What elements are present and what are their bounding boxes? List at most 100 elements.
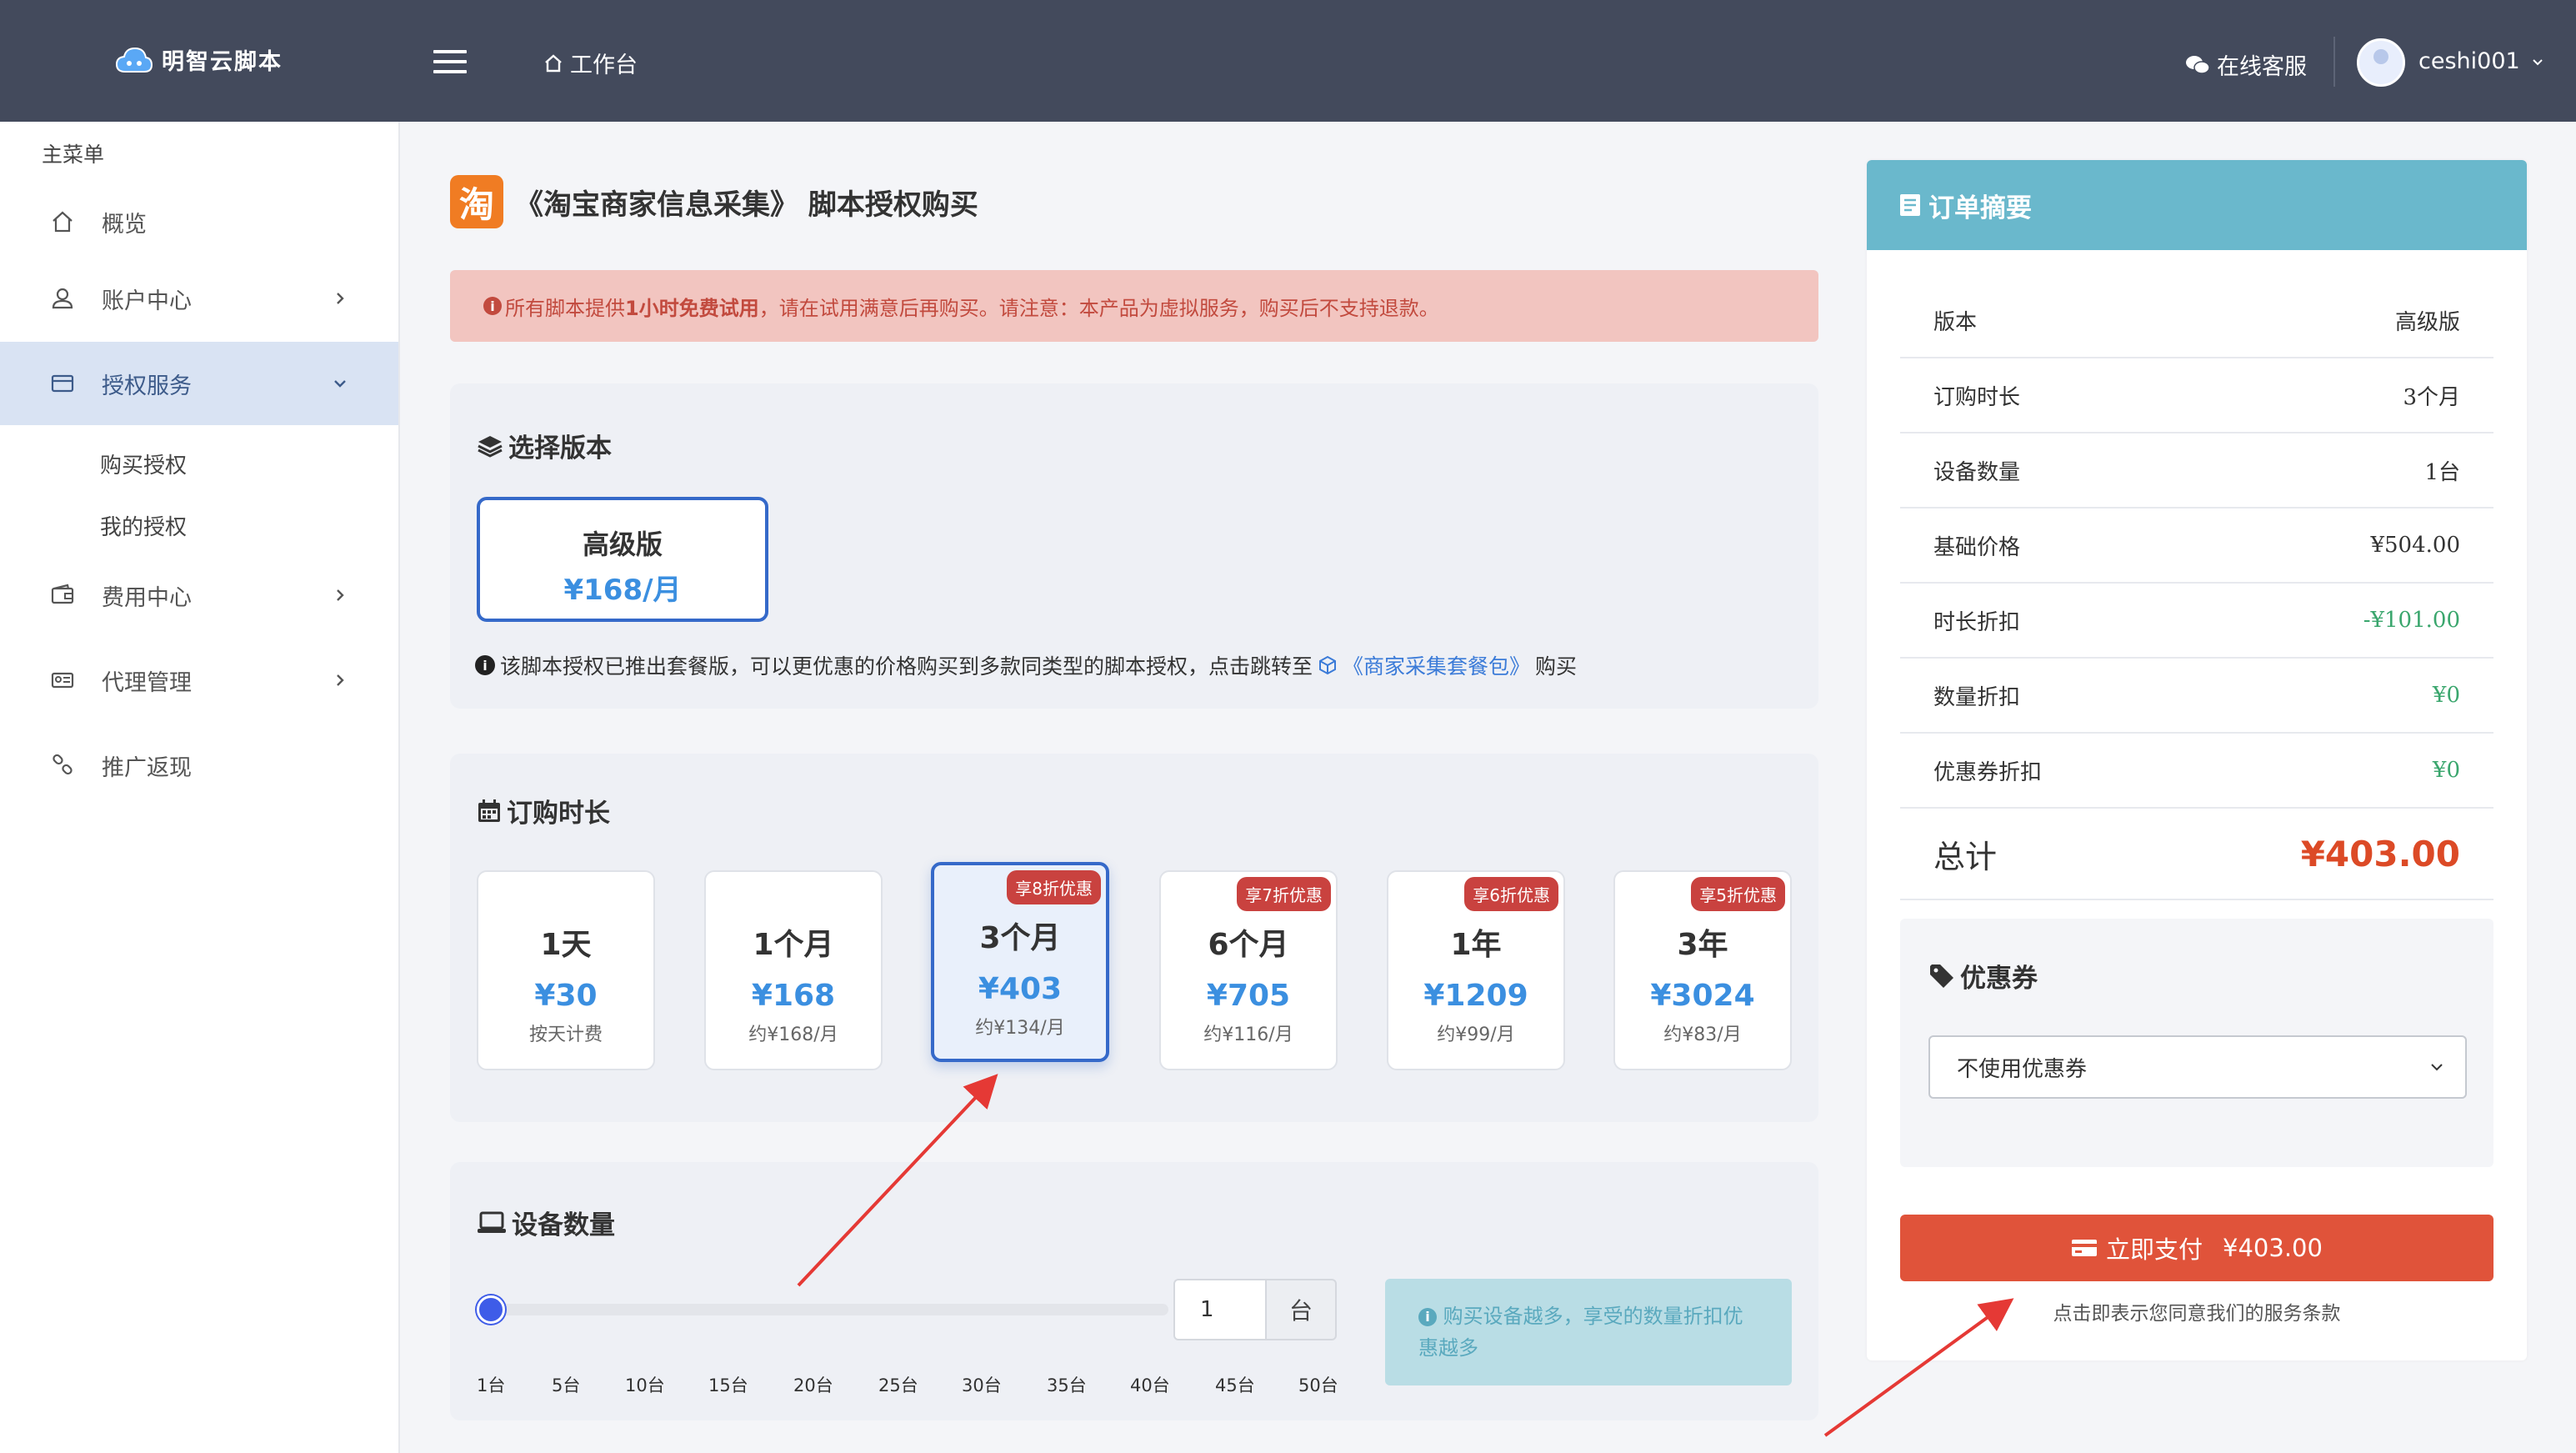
- sidebar-item-account[interactable]: 账户中心: [0, 257, 398, 340]
- sidebar-item-overview[interactable]: 概览: [0, 180, 398, 263]
- version-name: 高级版: [582, 529, 663, 560]
- package-link[interactable]: 《商家采集套餐包》: [1343, 650, 1530, 680]
- summary-label: 设备数量: [1933, 459, 2021, 485]
- summary-row-version: 版本 高级版: [1900, 283, 2493, 358]
- duration-option-3-months[interactable]: 享8折优惠 3个月 ¥403 约¥134/月: [931, 862, 1109, 1062]
- coupon-section-title: 优惠券: [1928, 957, 2038, 995]
- summary-label: 订购时长: [1933, 384, 2021, 410]
- user-menu[interactable]: ceshi001: [2418, 48, 2543, 74]
- support-label: 在线客服: [2217, 54, 2307, 80]
- duration-label: 3个月: [979, 921, 1061, 955]
- order-summary: 订单摘要 版本 高级版 订购时长 3个月 设备数量 1台 基础价格 ¥504.0…: [1867, 160, 2527, 1360]
- duration-option-6-months[interactable]: 享7折优惠 6个月 ¥705 约¥116/月: [1159, 870, 1338, 1070]
- trial-alert: i 所有脚本提供 1小时免费试用 ，请在试用满意后再购买。请注意：本产品为虚拟服…: [450, 270, 1818, 342]
- quantity-discount-hint: i 购买设备越多，享受的数量折扣优惠越多: [1385, 1279, 1792, 1385]
- order-summary-title: 订单摘要: [1928, 193, 2032, 223]
- quantity-hint-text: 购买设备越多，享受的数量折扣优惠越多: [1418, 1305, 1743, 1360]
- device-slider-handle[interactable]: [477, 1295, 505, 1324]
- page-title: 《淘宝商家信息采集》 脚本授权购买: [515, 188, 978, 222]
- sidebar-item-referral-cashback[interactable]: 推广返现: [0, 724, 398, 807]
- duration-subprice: 约¥116/月: [1203, 1025, 1293, 1045]
- sidebar-item-label: 推广返现: [102, 754, 192, 781]
- sidebar-title: 主菜单: [42, 143, 105, 167]
- discount-badge: 享8折优惠: [1007, 870, 1101, 904]
- summary-value: 3个月: [2403, 384, 2460, 410]
- slider-tick-label: 5台: [552, 1375, 581, 1395]
- user-icon: [52, 288, 73, 309]
- duration-option-1-month[interactable]: 1个月 ¥168 约¥168/月: [704, 870, 883, 1070]
- duration-option-1-year[interactable]: 享6折优惠 1年 ¥1209 约¥99/月: [1387, 870, 1565, 1070]
- summary-row-quantity-discount: 数量折扣 ¥0: [1900, 659, 2493, 734]
- brand-name: 明智云脚本: [162, 49, 283, 75]
- device-slider-track[interactable]: [477, 1304, 1168, 1315]
- sidebar-item-label: 费用中心: [102, 584, 192, 611]
- slider-tick-label: 40台: [1130, 1375, 1170, 1395]
- chevron-down-icon: [2533, 58, 2543, 65]
- slider-tick-label: 50台: [1298, 1375, 1338, 1395]
- duration-label: 1个月: [753, 928, 834, 962]
- slider-tick-label: 15台: [708, 1375, 748, 1395]
- duration-option-3-years[interactable]: 享5折优惠 3年 ¥3024 约¥83/月: [1613, 870, 1792, 1070]
- tag-icon: [1930, 964, 1953, 988]
- slider-tick-label: 35台: [1047, 1375, 1087, 1395]
- sidebar-subitem-my-license[interactable]: 我的授权: [100, 510, 187, 541]
- sidebar-item-billing[interactable]: 费用中心: [0, 554, 398, 637]
- credit-card-icon: [2072, 1240, 2098, 1256]
- duration-label: 1年: [1450, 928, 1502, 962]
- summary-value: -¥101.00: [2363, 608, 2460, 633]
- duration-subprice: 约¥168/月: [748, 1025, 838, 1045]
- pay-now-button[interactable]: 立即支付 ¥403.00: [1900, 1215, 2493, 1281]
- coupon-select[interactable]: 不使用优惠券: [1928, 1035, 2467, 1099]
- device-quantity-input[interactable]: 1: [1173, 1279, 1267, 1340]
- info-icon: i: [1418, 1308, 1437, 1326]
- workbench-label: 工作台: [570, 53, 638, 78]
- info-icon: i: [483, 297, 502, 315]
- workbench-link[interactable]: 工作台: [543, 47, 638, 79]
- sidebar-item-license-service[interactable]: 授权服务: [0, 342, 398, 425]
- alert-text-prefix: 所有脚本提供: [505, 296, 625, 320]
- chevron-right-icon: [337, 293, 344, 304]
- layers-icon: [478, 435, 503, 458]
- summary-row-devices: 设备数量 1台: [1900, 433, 2493, 509]
- summary-value: 高级版: [2394, 309, 2460, 335]
- device-section-label: 设备数量: [512, 1210, 615, 1240]
- pay-button-label: 立即支付: [2106, 1235, 2203, 1264]
- duration-label: 3年: [1677, 928, 1728, 962]
- chevron-down-icon: [334, 380, 346, 388]
- summary-label: 优惠券折扣: [1933, 759, 2043, 785]
- sidebar-subitem-buy-license[interactable]: 购买授权: [100, 448, 187, 479]
- coupon-section-label: 优惠券: [1960, 964, 2038, 994]
- version-option-premium[interactable]: 高级版 ¥168/月: [477, 497, 768, 622]
- version-price: ¥168/月: [563, 574, 682, 607]
- header-divider: [2333, 37, 2335, 87]
- hamburger-line: [433, 60, 467, 63]
- wechat-icon: [2186, 55, 2210, 74]
- card-icon: [51, 374, 74, 393]
- sidebar-item-label: 账户中心: [102, 288, 192, 314]
- online-support-link[interactable]: 在线客服: [2185, 48, 2307, 81]
- info-icon: i: [475, 655, 495, 675]
- total-label: 总计: [1933, 838, 1998, 875]
- duration-section-label: 订购时长: [507, 799, 610, 829]
- order-summary-header: 订单摘要: [1867, 160, 2527, 250]
- summary-row-coupon-discount: 优惠券折扣 ¥0: [1900, 734, 2493, 809]
- duration-option-1-day[interactable]: 1天 ¥30 按天计费: [477, 870, 655, 1070]
- brand[interactable]: 明智云脚本: [115, 43, 283, 76]
- pay-button-amount: ¥403.00: [2223, 1234, 2323, 1262]
- duration-price: ¥1209: [1423, 979, 1528, 1013]
- menu-toggle-button[interactable]: [433, 50, 467, 73]
- duration-label: 1天: [540, 928, 592, 962]
- package-note-suffix: 购买: [1535, 654, 1578, 679]
- slider-tick-label: 25台: [878, 1375, 918, 1395]
- duration-label: 6个月: [1208, 928, 1289, 962]
- summary-value: ¥0: [2432, 758, 2460, 783]
- device-section-title: 设备数量: [477, 1204, 615, 1241]
- user-avatar[interactable]: [2357, 38, 2405, 87]
- summary-row-duration: 订购时长 3个月: [1900, 358, 2493, 433]
- chevron-right-icon: [337, 674, 344, 686]
- duration-subprice: 按天计费: [528, 1025, 603, 1045]
- page-header: 淘 《淘宝商家信息采集》 脚本授权购买: [450, 175, 978, 228]
- discount-badge: 享5折优惠: [1691, 877, 1785, 911]
- sidebar-item-agent-management[interactable]: 代理管理: [0, 639, 398, 722]
- wallet-icon: [51, 584, 74, 604]
